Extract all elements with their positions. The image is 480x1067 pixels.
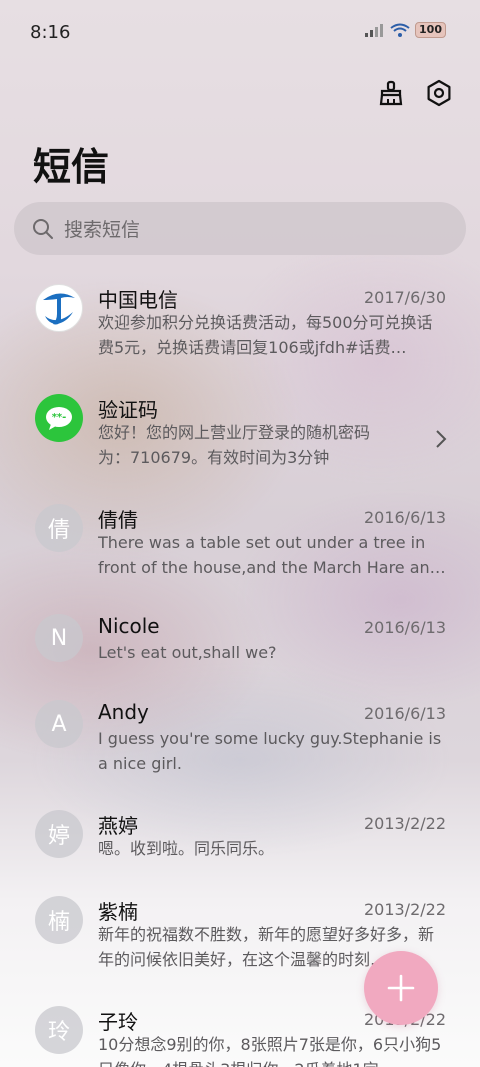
status-bar: 8:16 100 [0,0,480,66]
status-time: 8:16 [30,22,71,43]
avatar: 楠 [35,896,83,944]
message-preview: I guess you're some lucky guy.Stephanie … [98,729,442,773]
message-date: 2016/6/13 [363,508,446,527]
contact-name: 紫楠 [98,900,138,924]
message-preview: There was a table set out under a tree i… [98,533,446,577]
message-preview: 嗯。收到啦。同乐同乐。 [98,839,275,858]
new-message-button[interactable] [364,951,438,1025]
conversation-item[interactable]: 婷 燕婷 2013/2/22 嗯。收到啦。同乐同乐。 [0,796,480,882]
svg-text:**-: **- [52,412,67,423]
plus-icon [387,974,415,1002]
contact-name: 燕婷 [98,814,138,838]
avatar: 倩 [35,504,83,552]
conversation-item[interactable]: **- 验证码 您好！您的网上营业厅登录的随机密码为：710679。有效时间为3… [0,380,480,490]
message-preview: 欢迎参加积分兑换话费活动，每500分可兑换话费5元，兑换话费请回复106或jfd… [98,313,433,357]
conversation-item[interactable]: 中国电信 2017/6/30 欢迎参加积分兑换话费活动，每500分可兑换话费5元… [0,270,480,380]
message-date: 2017/6/30 [363,288,446,307]
wifi-icon [390,23,410,37]
contact-name: Andy [98,700,149,724]
message-date: 2016/6/13 [363,704,446,723]
search-placeholder: 搜索短信 [64,219,141,241]
china-telecom-logo-icon [38,287,80,329]
conversation-item[interactable]: N Nicole 2016/6/13 Let's eat out,shall w… [0,600,480,686]
conversation-list: 中国电信 2017/6/30 欢迎参加积分兑换话费活动，每500分可兑换话费5元… [0,270,480,1067]
contact-name: Nicole [98,614,160,638]
avatar: N [35,614,83,662]
message-preview: 10分想念9别的你，8张照片7张是你，6只小狗5只像你，4根骨头3根归你，2瓜着… [98,1035,442,1067]
settings-icon [427,79,451,107]
broom-icon [379,80,403,106]
status-icons: 100 [363,22,446,38]
search-icon [33,218,53,239]
message-icon: **- [46,407,72,430]
contact-name: 中国电信 [98,288,178,312]
message-date: 2013/2/22 [363,900,446,919]
signal-icon [365,24,384,37]
chevron-right-icon [436,430,447,448]
avatar: 玲 [35,1006,83,1054]
avatar [35,284,83,332]
message-date: 2016/6/13 [363,618,446,637]
message-preview: 您好！您的网上营业厅登录的随机密码为：710679。有效时间为3分钟 [98,423,371,467]
message-preview: Let's eat out,shall we? [98,643,277,662]
avatar: A [35,700,83,748]
top-actions [376,78,454,108]
contact-name: 子玲 [98,1010,138,1034]
conversation-item[interactable]: 倩 倩倩 2016/6/13 There was a table set out… [0,490,480,600]
message-date: 2013/2/22 [363,814,446,833]
battery-indicator: 100 [415,22,446,38]
avatar: 婷 [35,810,83,858]
settings-button[interactable] [424,78,454,108]
page-title: 短信 [33,145,110,189]
conversation-item[interactable]: A Andy 2016/6/13 I guess you're some luc… [0,686,480,796]
avatar: **- [35,394,83,442]
clean-button[interactable] [376,78,406,108]
contact-name: 验证码 [98,398,158,422]
contact-name: 倩倩 [98,508,138,532]
search-bar[interactable]: 搜索短信 [14,202,466,255]
